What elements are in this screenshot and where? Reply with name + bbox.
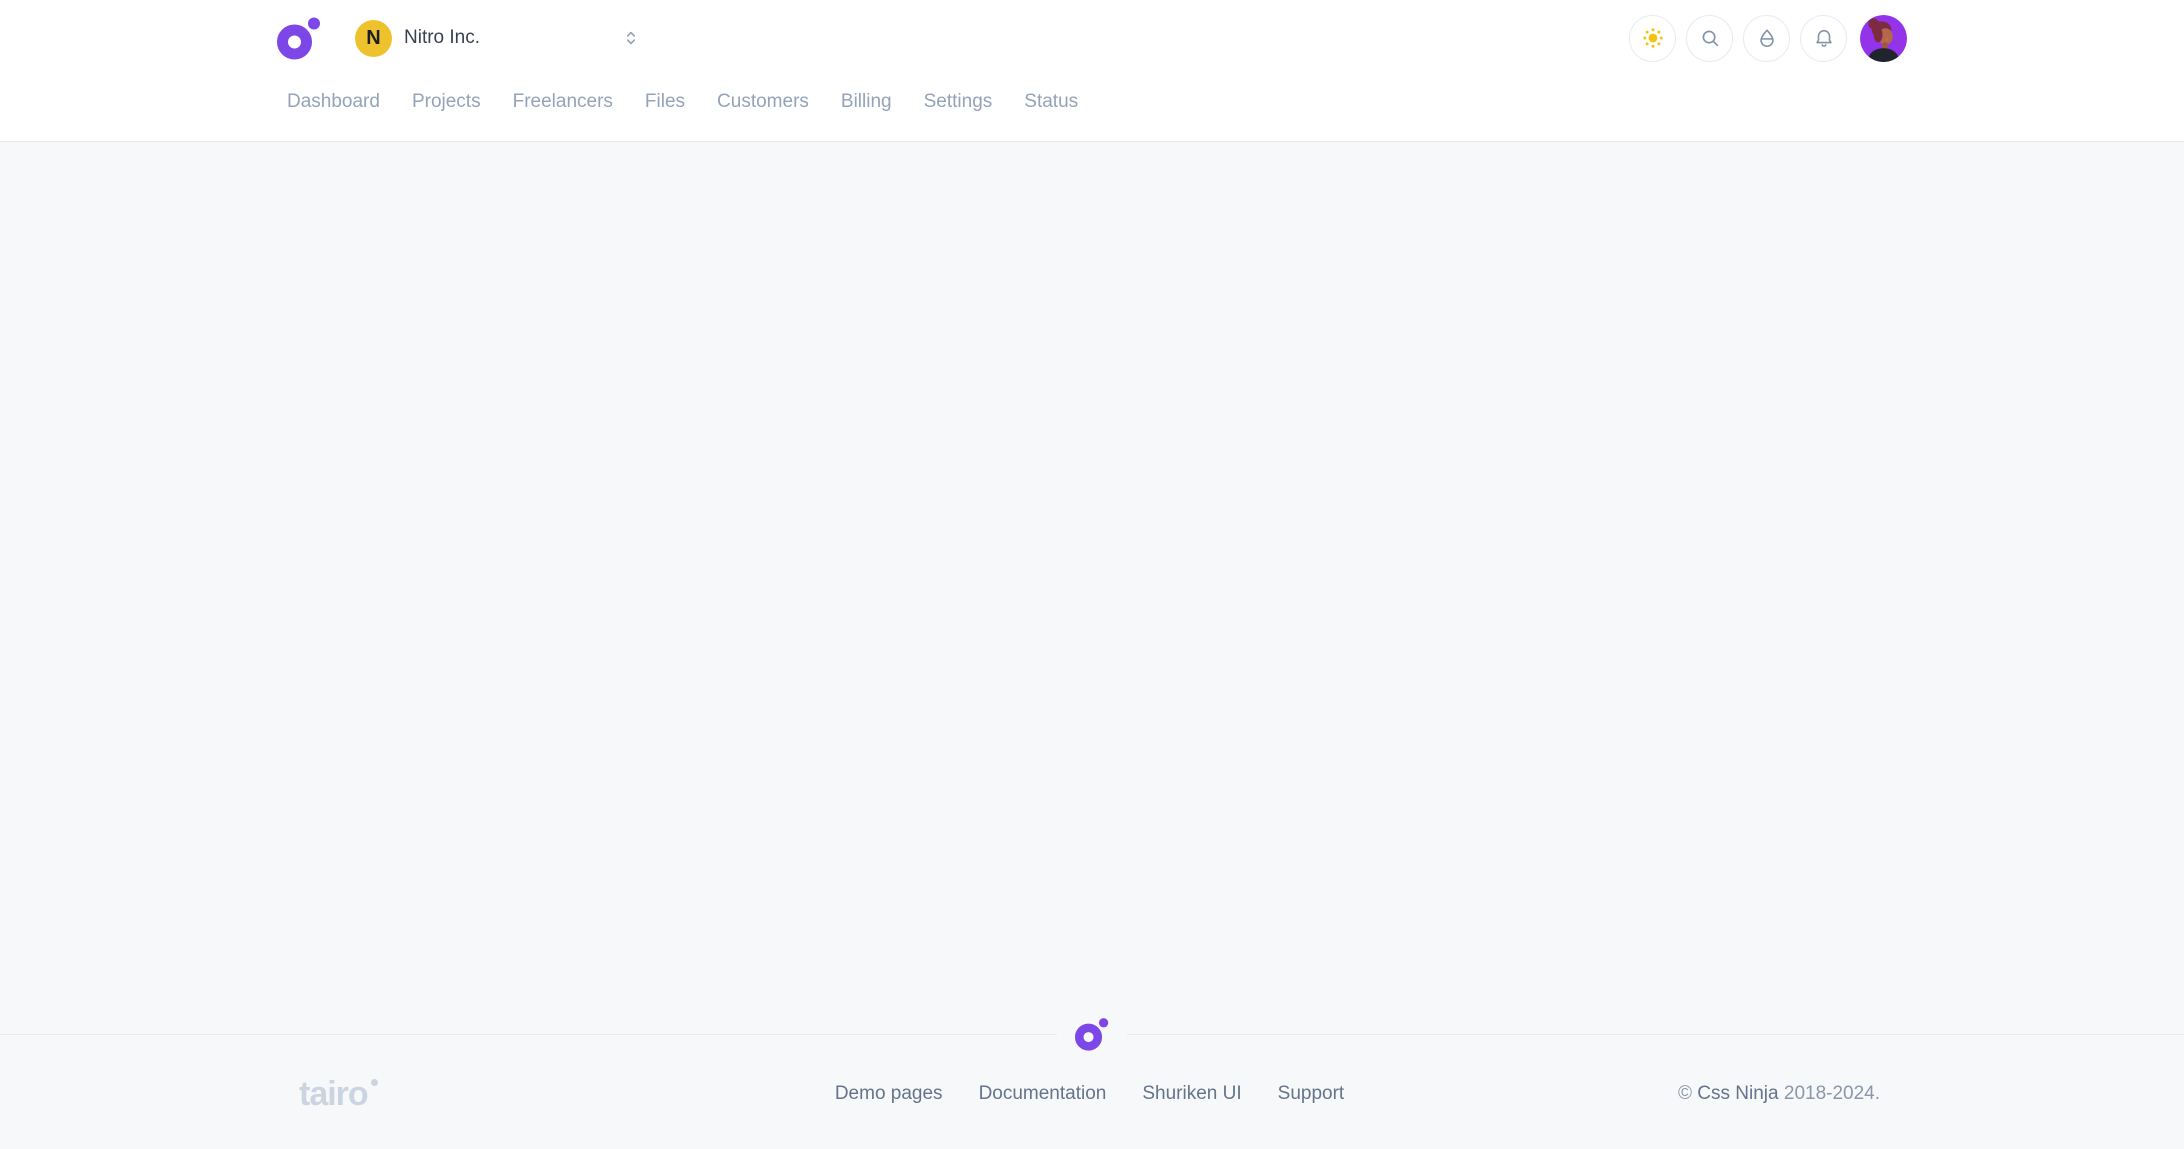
nav-item-status[interactable]: Status	[1024, 90, 1078, 114]
droplet-button[interactable]	[1743, 15, 1790, 62]
copyright-symbol: ©	[1678, 1083, 1697, 1104]
theme-toggle-button[interactable]	[1629, 15, 1676, 62]
tairo-wordmark: tairo	[299, 1077, 368, 1111]
nav-item-freelancers[interactable]: Freelancers	[513, 90, 613, 114]
nav-item-dashboard[interactable]: Dashboard	[287, 90, 380, 114]
workspace-selector[interactable]: N Nitro Inc.	[355, 20, 641, 57]
nav-item-files[interactable]: Files	[645, 90, 685, 114]
app-logo-icon[interactable]	[277, 16, 321, 60]
footer-logo-icon	[1075, 1017, 1109, 1051]
footer-links: Demo pages Documentation Shuriken UI Sup…	[835, 1083, 1344, 1105]
droplet-icon	[1756, 27, 1778, 49]
header-toolbar	[1629, 15, 1907, 62]
nav-item-projects[interactable]: Projects	[412, 90, 481, 114]
nav-item-settings[interactable]: Settings	[924, 90, 993, 114]
avatar-illustration	[1860, 15, 1907, 62]
header-top-row: N Nitro Inc.	[277, 0, 1907, 62]
footer-link-documentation[interactable]: Documentation	[979, 1083, 1107, 1105]
footer-link-support[interactable]: Support	[1278, 1083, 1345, 1105]
primary-nav: Dashboard Projects Freelancers Files Cus…	[277, 90, 1907, 114]
app-header: N Nitro Inc.	[0, 0, 2184, 142]
footer-brand[interactable]: tairo	[277, 1077, 835, 1111]
footer-divider	[0, 1017, 2184, 1051]
footer-content: tairo Demo pages Documentation Shuriken …	[277, 1077, 1907, 1111]
footer-link-shuriken-ui[interactable]: Shuriken UI	[1142, 1083, 1241, 1105]
footer-link-demo-pages[interactable]: Demo pages	[835, 1083, 943, 1105]
divider-line	[1127, 1034, 2184, 1035]
workspace-name: Nitro Inc.	[404, 27, 480, 49]
nav-item-billing[interactable]: Billing	[841, 90, 892, 114]
notifications-button[interactable]	[1800, 15, 1847, 62]
user-avatar[interactable]	[1860, 15, 1907, 62]
app-footer: tairo Demo pages Documentation Shuriken …	[0, 1017, 2184, 1149]
wordmark-dot	[371, 1079, 378, 1086]
workspace-badge: N	[355, 20, 392, 57]
main-content	[0, 142, 2184, 1017]
chevron-updown-icon	[621, 28, 641, 48]
search-icon	[1699, 27, 1721, 49]
copyright-owner-link[interactable]: Css Ninja	[1697, 1083, 1778, 1104]
search-button[interactable]	[1686, 15, 1733, 62]
divider-line	[0, 1034, 1057, 1035]
bell-icon	[1813, 27, 1835, 49]
sun-icon	[1642, 27, 1664, 49]
copyright-years: 2018-2024.	[1779, 1083, 1880, 1104]
copyright: © Css Ninja 2018-2024.	[1344, 1083, 1907, 1105]
nav-item-customers[interactable]: Customers	[717, 90, 809, 114]
